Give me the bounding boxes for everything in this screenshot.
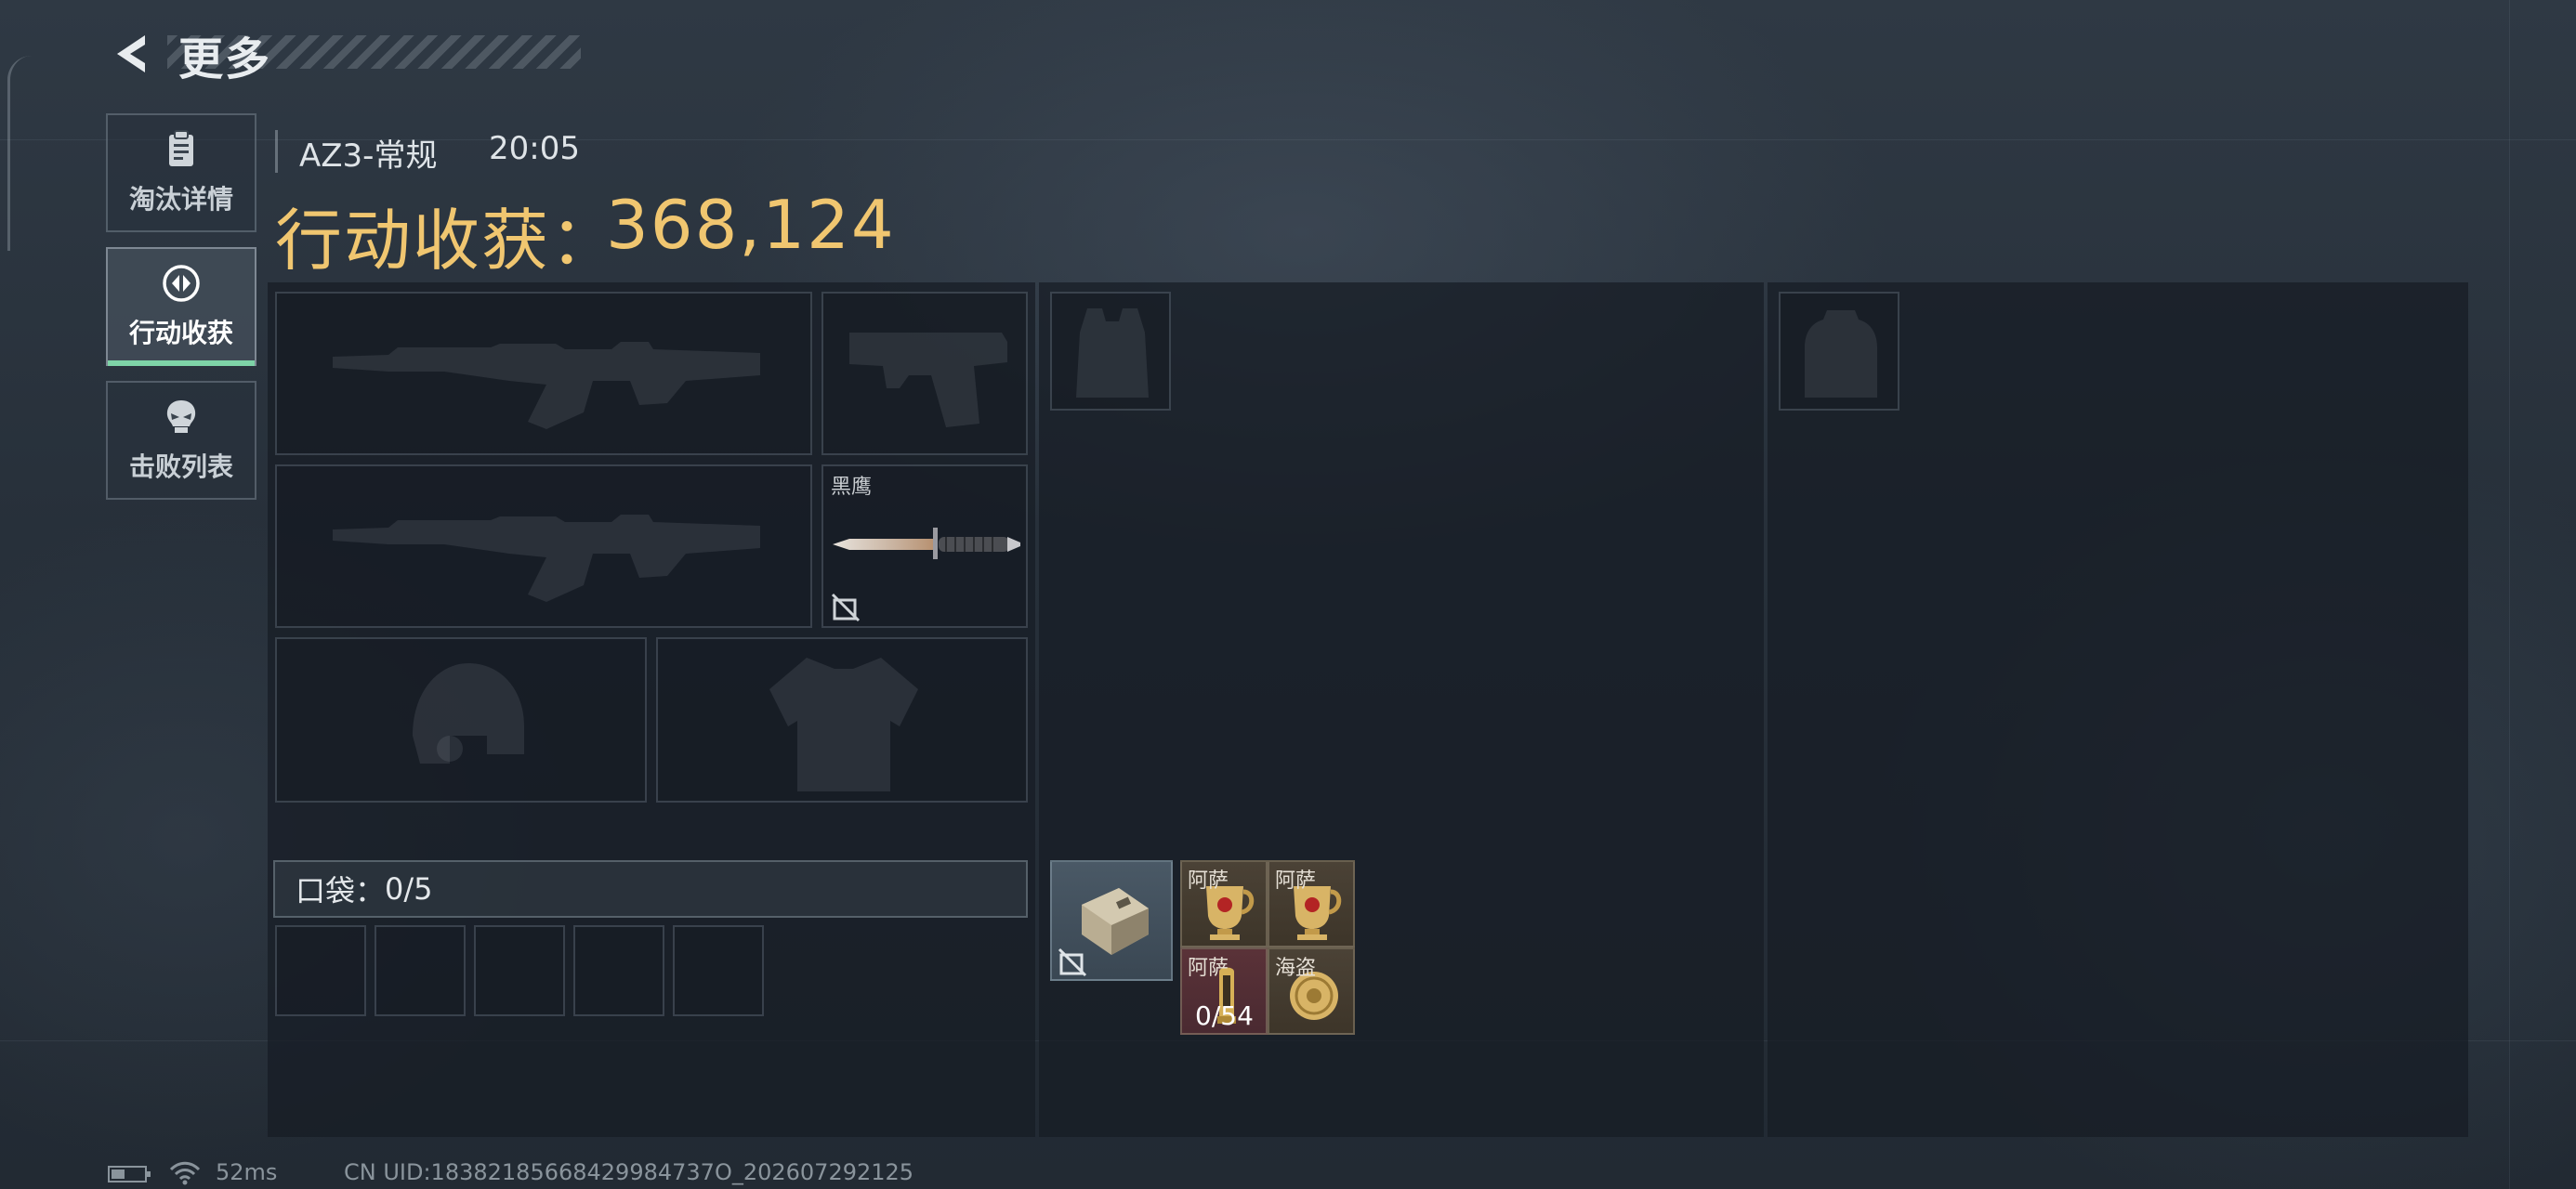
player-uid: CN UID:18382185668429984737O_20260729212… — [344, 1159, 914, 1185]
item-name: 阿萨 — [1275, 869, 1317, 893]
loot-icon — [163, 265, 200, 302]
pocket-slot[interactable] — [673, 925, 764, 1016]
loot-total-value: 368,124 — [606, 186, 896, 264]
armor-slot[interactable] — [656, 637, 1028, 803]
grid-line — [2509, 0, 2510, 1189]
battery-icon — [108, 1166, 151, 1182]
no-trade-icon — [1058, 947, 1087, 977]
rifle-icon — [333, 342, 760, 429]
vest-icon — [1076, 308, 1149, 398]
primary-weapon-slot-2[interactable] — [275, 464, 812, 628]
loot-total-label: 行动收获： — [275, 202, 620, 280]
loot-item[interactable]: 阿萨 — [1268, 860, 1355, 947]
pocket-slot[interactable] — [474, 925, 565, 1016]
loot-item[interactable]: 海盗 — [1268, 947, 1355, 1035]
pocket-slot[interactable] — [573, 925, 664, 1016]
primary-weapon-slot-1[interactable] — [275, 292, 812, 455]
melee-slot[interactable]: 黑鹰 — [821, 464, 1028, 628]
item-name: 海盗 — [1275, 957, 1317, 980]
helmet-slot[interactable] — [275, 637, 647, 803]
back-button[interactable] — [102, 26, 158, 82]
item-name: 阿萨 — [1188, 957, 1229, 980]
nav-label: 行动收获 — [128, 318, 233, 348]
backpack-slot[interactable] — [1779, 292, 1899, 411]
backpack-icon — [1805, 310, 1877, 398]
pocket-count: 0/5 — [385, 871, 433, 907]
no-trade-icon — [831, 593, 861, 622]
pocket-slot[interactable] — [375, 925, 466, 1016]
pistol-icon — [849, 333, 1007, 427]
skull-icon — [166, 400, 196, 433]
backpack-panel — [1768, 282, 2468, 1137]
chest-rig-slot[interactable] — [1050, 292, 1171, 411]
wifi-icon — [169, 1161, 201, 1185]
item-name: 阿萨 — [1188, 869, 1229, 893]
pistol-slot[interactable] — [821, 292, 1028, 455]
pocket-label: 口袋： — [296, 873, 386, 908]
secure-container-slot[interactable] — [1050, 860, 1173, 981]
map-name: AZ3-常规 — [299, 137, 438, 175]
edge-bracket — [7, 56, 32, 251]
nav-label: 淘汰详情 — [128, 184, 233, 215]
melee-name: 黑鹰 — [831, 476, 873, 499]
chest-rig-panel — [1039, 282, 1764, 1137]
pocket-slot[interactable] — [275, 925, 366, 1016]
pocket-header: 口袋： 0/5 — [273, 860, 1028, 918]
helmet-icon — [413, 663, 524, 764]
nav-item-loot[interactable]: 行动收获 — [106, 247, 256, 366]
ping-value: 52ms — [216, 1159, 278, 1185]
match-time: 20:05 — [489, 130, 580, 167]
loot-item[interactable]: 阿萨 0/54 — [1180, 947, 1268, 1035]
page-title: 更多 — [178, 33, 272, 85]
nav-item-elimination-details[interactable]: 淘汰详情 — [106, 113, 256, 232]
armor-icon — [769, 658, 918, 791]
rifle-icon — [333, 515, 760, 602]
meta-divider — [275, 130, 278, 173]
nav-label: 击败列表 — [128, 451, 233, 482]
knife-icon — [833, 528, 1020, 559]
nav-item-kill-list[interactable]: 击败列表 — [106, 381, 256, 500]
item-count: 0/54 — [1195, 1000, 1254, 1031]
loot-item[interactable]: 阿萨 — [1180, 860, 1268, 947]
back-arrow-icon — [117, 35, 145, 72]
clipboard-icon — [169, 130, 193, 166]
